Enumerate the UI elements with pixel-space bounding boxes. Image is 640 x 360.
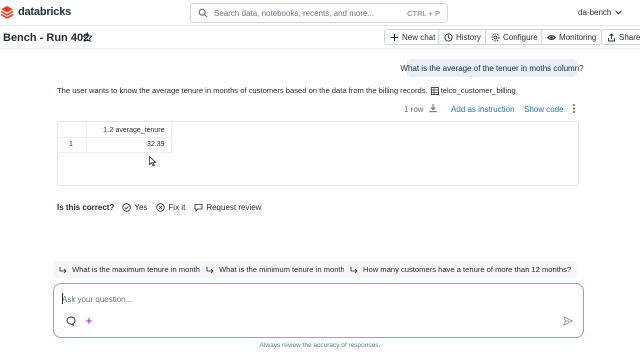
request-review-label: Request review	[206, 202, 262, 212]
kebab-menu-icon[interactable]	[571, 103, 577, 114]
disclaimer-text: Always review the accuracy of responses.	[259, 342, 381, 349]
feedback-yes-button[interactable]: Yes	[122, 203, 147, 212]
send-icon[interactable]	[563, 316, 573, 326]
suggestion-text: What is the maximum tenure in months?	[72, 265, 208, 274]
index-header	[58, 122, 87, 138]
sparkle-icon[interactable]	[84, 316, 94, 326]
history-label: History	[456, 32, 481, 42]
history-icon	[444, 32, 453, 42]
table-reference[interactable]: telco_customer_billing	[430, 86, 516, 95]
search-placeholder: Search data, notebooks, recents, and mor…	[214, 8, 375, 18]
show-code-link[interactable]: Show code	[524, 103, 564, 115]
databricks-logo-icon	[0, 6, 14, 19]
user-message: What is the average of the tenuer in mot…	[400, 59, 584, 77]
table-reference-name: telco_customer_billing	[440, 86, 516, 95]
feedback-bar: Is this correct? Yes Fix it Request revi…	[57, 201, 270, 213]
feedback-fix-it-button[interactable]: Fix it	[156, 203, 185, 212]
wrench-icon	[156, 202, 166, 212]
new-chat-button[interactable]: New chat	[384, 29, 442, 45]
download-icon[interactable]	[428, 103, 438, 113]
title-row: Bench - Run 402 New chat History Configu…	[0, 27, 640, 49]
share-button[interactable]: Share	[601, 29, 640, 45]
arrow-return-icon	[350, 266, 358, 273]
result-grid: 1.2 average_tenure 1 32.39	[58, 122, 172, 153]
arrow-return-icon	[59, 266, 67, 273]
history-button[interactable]: History	[438, 29, 487, 45]
row-index: 1	[58, 137, 87, 153]
logo[interactable]: databricks	[0, 5, 71, 19]
share-icon	[608, 32, 615, 41]
page-title: Bench - Run 402	[3, 32, 90, 44]
answer-text: The user wants to know the average tenur…	[57, 86, 428, 95]
add-as-instruction-link[interactable]: Add as instruction	[451, 103, 515, 115]
suggestion-chip[interactable]: What is the maximum tenure in months?	[53, 261, 214, 278]
check-circle-icon	[122, 202, 132, 212]
workspace-name: da-bench	[578, 8, 612, 17]
comment-icon[interactable]	[66, 316, 76, 326]
question-input[interactable]	[62, 292, 462, 306]
configure-button[interactable]: Configure	[485, 29, 544, 45]
column-name: average_tenure	[115, 126, 165, 134]
workspace-menu[interactable]: da-bench	[578, 8, 623, 17]
top-bar: databricks Search data, notebooks, recen…	[0, 0, 640, 26]
configure-label: Configure	[503, 32, 538, 42]
monitoring-label: Monitoring	[559, 32, 597, 42]
global-search[interactable]: Search data, notebooks, recents, and mor…	[190, 3, 448, 23]
chevron-down-icon	[615, 10, 623, 15]
row-count: 1 row	[404, 104, 424, 114]
suggestion-chip[interactable]: What is the minimum tenure in months?	[200, 261, 359, 278]
table-header-row: 1.2 average_tenure	[58, 122, 172, 138]
eye-icon	[547, 34, 556, 40]
feedback-yes-label: Yes	[134, 202, 148, 212]
suggestion-text: What is the minimum tenure in months?	[219, 265, 353, 274]
feedback-question: Is this correct?	[57, 202, 115, 212]
table-icon	[430, 86, 439, 95]
search-icon	[198, 8, 208, 18]
new-chat-label: New chat	[402, 32, 436, 42]
cell-average-tenure[interactable]: 32.39	[86, 137, 172, 153]
question-composer	[53, 283, 584, 338]
feedback-fix-it-label: Fix it	[168, 202, 186, 212]
brand-name: databricks	[18, 6, 72, 18]
column-header-average-tenure[interactable]: 1.2 average_tenure	[86, 122, 172, 138]
table-row: 1 32.39	[58, 137, 172, 153]
arrow-return-icon	[206, 266, 214, 273]
monitoring-button[interactable]: Monitoring	[541, 29, 603, 45]
cursor-icon	[149, 156, 157, 167]
result-table: 1.2 average_tenure 1 32.39	[57, 121, 579, 186]
search-shortcut: CTRL + P	[407, 8, 440, 18]
suggestion-chip[interactable]: How many customers have a tenure of more…	[344, 261, 578, 278]
text-caret	[62, 293, 63, 304]
assistant-answer: The user wants to know the average tenur…	[57, 86, 516, 95]
share-label: Share	[619, 32, 640, 42]
column-type-label: 1.2	[103, 124, 114, 134]
gear-icon	[491, 33, 500, 41]
chat-bubble-icon	[194, 203, 203, 212]
suggestion-text: How many customers have a tenure of more…	[363, 265, 572, 274]
request-review-button[interactable]: Request review	[194, 203, 261, 212]
plus-icon	[391, 33, 398, 41]
star-icon[interactable]	[82, 32, 93, 43]
